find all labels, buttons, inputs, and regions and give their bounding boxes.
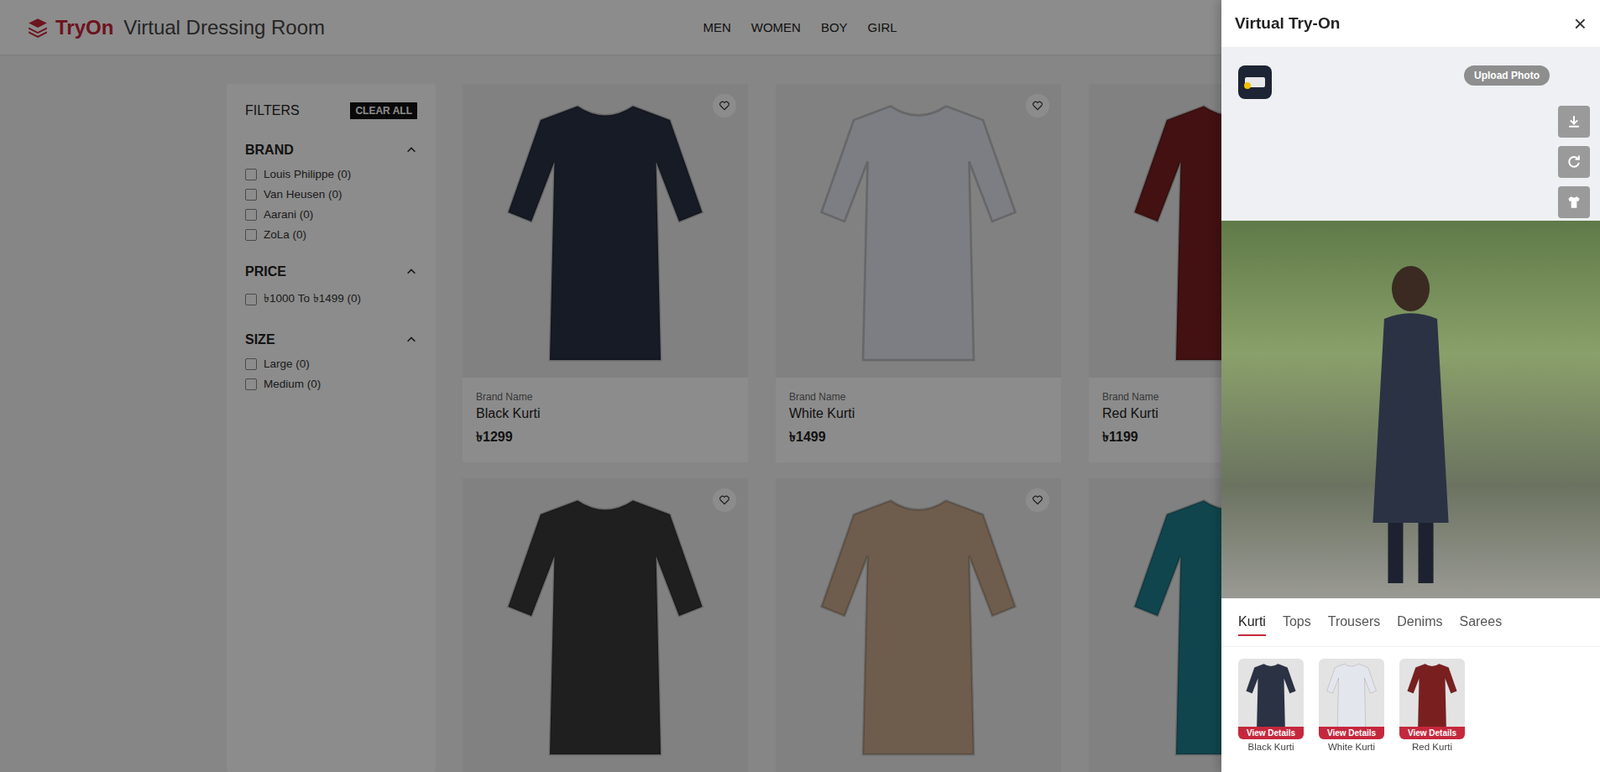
- refresh-icon: [1565, 153, 1583, 171]
- shirt-icon: [1565, 193, 1583, 211]
- category-tab[interactable]: Kurti: [1238, 609, 1266, 637]
- category-tabs: Kurti Tops Trousers Denims Sarees: [1221, 598, 1600, 648]
- model-figure-icon: [1221, 220, 1600, 599]
- view-details-button[interactable]: View Details: [1318, 726, 1385, 740]
- kurti-icon: [1241, 660, 1301, 732]
- app-logo-icon[interactable]: [1238, 65, 1272, 100]
- outfit-button[interactable]: [1558, 186, 1590, 219]
- refresh-button[interactable]: [1558, 146, 1590, 178]
- kurti-icon: [1402, 660, 1462, 732]
- garment-name: White Kurti: [1328, 742, 1376, 753]
- category-tab[interactable]: Tops: [1282, 609, 1312, 637]
- garment-name: Black Kurti: [1248, 742, 1295, 753]
- download-button[interactable]: [1558, 105, 1590, 138]
- category-tab[interactable]: Trousers: [1328, 609, 1381, 637]
- category-tab[interactable]: Denims: [1396, 609, 1443, 637]
- garment-item[interactable]: View Details White Kurti: [1318, 658, 1385, 753]
- view-details-button[interactable]: View Details: [1238, 726, 1304, 740]
- garment-item[interactable]: View Details Black Kurti: [1238, 658, 1304, 753]
- try-on-photo: [1221, 220, 1600, 599]
- category-tab[interactable]: Sarees: [1458, 609, 1502, 637]
- upload-photo-button[interactable]: Upload Photo: [1464, 65, 1550, 86]
- close-button[interactable]: ×: [1568, 12, 1592, 35]
- upload-area: Upload Photo: [1221, 47, 1600, 221]
- view-details-button[interactable]: View Details: [1399, 726, 1465, 740]
- kurti-icon: [1322, 660, 1381, 732]
- panel-title: Virtual Try-On: [1234, 14, 1340, 33]
- garment-name: Red Kurti: [1411, 742, 1453, 753]
- garment-list: View Details Black Kurti View Details Wh…: [1221, 647, 1600, 764]
- download-icon: [1565, 113, 1583, 131]
- garment-item[interactable]: View Details Red Kurti: [1399, 658, 1465, 753]
- try-on-panel: Virtual Try-On × Upload Photo Kurti Tops T…: [1221, 0, 1600, 772]
